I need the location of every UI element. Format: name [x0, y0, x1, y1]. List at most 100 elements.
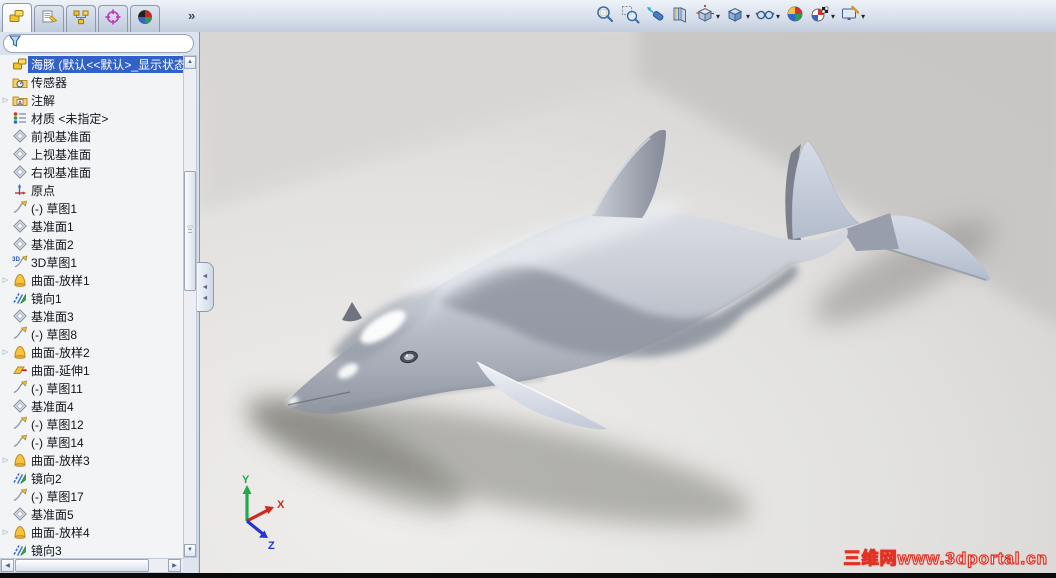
- tab-display-manager[interactable]: [130, 5, 160, 32]
- tree-item[interactable]: 上视基准面: [0, 145, 184, 163]
- section-view-icon: [670, 4, 690, 29]
- triad-z-label: Z: [268, 540, 275, 552]
- tree-item[interactable]: 镜向3: [0, 541, 184, 558]
- tree-item[interactable]: 材质 <未指定>: [0, 109, 184, 127]
- tree-item-label: 3D草图1: [31, 255, 78, 270]
- tree-item[interactable]: (-) 草图11: [0, 379, 184, 397]
- plane-icon: [11, 164, 28, 180]
- tab-dimxpert-manager[interactable]: [98, 5, 128, 32]
- tree-item[interactable]: (-) 草图1: [0, 199, 184, 217]
- tree-item[interactable]: 3D 3D草图1: [0, 253, 184, 271]
- display-style-icon: [725, 4, 745, 29]
- dropdown-arrow-icon[interactable]: ▾: [831, 12, 835, 21]
- expand-arrow[interactable]: ▷: [0, 456, 11, 464]
- tree-horizontal-scrollbar[interactable]: ◀ ▶: [0, 558, 184, 573]
- tabs-overflow-chevron[interactable]: »: [188, 8, 195, 23]
- plane-icon: [11, 218, 28, 234]
- panel-collapse-splitter[interactable]: ◄ ◄ ◄: [197, 262, 214, 312]
- tree-item[interactable]: (-) 草图8: [0, 325, 184, 343]
- feature-tree: 海豚 (默认<<默认>_显示状态 传感器 ▷ A 注解 材质 <未指定> 前视基准面 上视基…: [0, 55, 184, 558]
- tree-item[interactable]: (-) 草图12: [0, 415, 184, 433]
- display-style-button[interactable]: ▾: [724, 4, 751, 28]
- tree-item[interactable]: ▷ 曲面-放样3: [0, 451, 184, 469]
- tree-item[interactable]: 右视基准面: [0, 163, 184, 181]
- tree-item-label: 传感器: [31, 75, 68, 90]
- zoom-area-button[interactable]: [619, 4, 641, 28]
- tree-item[interactable]: 原点: [0, 181, 184, 199]
- edit-appearance-button[interactable]: ▾: [839, 4, 866, 28]
- scroll-down-button[interactable]: ▼: [184, 544, 196, 557]
- tab-property-manager[interactable]: [34, 5, 64, 32]
- tree-item-label: 曲面-放样1: [31, 273, 90, 288]
- tree-item-label: 基准面3: [31, 309, 74, 324]
- tree-item[interactable]: 传感器: [0, 73, 184, 91]
- tree-filter-input[interactable]: [22, 35, 193, 52]
- tree-item[interactable]: 基准面4: [0, 397, 184, 415]
- tab-features-tree[interactable]: [2, 3, 32, 32]
- tree-item[interactable]: ▷ 曲面-放样2: [0, 343, 184, 361]
- tree-item[interactable]: ▷ 曲面-放样1: [0, 271, 184, 289]
- tree-item[interactable]: 前视基准面: [0, 127, 184, 145]
- apply-scene-icon: [785, 4, 805, 29]
- previous-view-icon: [645, 4, 665, 29]
- scroll-up-button[interactable]: ▲: [184, 56, 196, 69]
- view-orientation-icon: [695, 4, 715, 29]
- vertical-scroll-thumb[interactable]: [184, 171, 196, 291]
- 3d-scene[interactable]: Y X Z: [200, 32, 1056, 573]
- sketch-icon: [11, 488, 28, 504]
- tree-item[interactable]: 基准面5: [0, 505, 184, 523]
- tree-item[interactable]: 基准面1: [0, 217, 184, 235]
- expand-arrow[interactable]: ▷: [0, 348, 11, 356]
- tree-item-label: 曲面-延伸1: [31, 363, 90, 378]
- tree-item[interactable]: ▷ 曲面-放样4: [0, 523, 184, 541]
- tree-root-item[interactable]: 海豚 (默认<<默认>_显示状态: [0, 55, 184, 73]
- tree-item[interactable]: (-) 草图14: [0, 433, 184, 451]
- tree-item[interactable]: 镜向2: [0, 469, 184, 487]
- section-view-button[interactable]: [669, 4, 691, 28]
- tree-item[interactable]: ▷ A 注解: [0, 91, 184, 109]
- triad-x-label: X: [277, 499, 285, 511]
- hide-show-items-button[interactable]: ▾: [754, 4, 781, 28]
- tab-configuration-manager[interactable]: [66, 5, 96, 32]
- tree-item[interactable]: 镜向1: [0, 289, 184, 307]
- tree-item[interactable]: 基准面2: [0, 235, 184, 253]
- tree-item-label: 曲面-放样3: [31, 453, 90, 468]
- sketch-icon: [11, 326, 28, 342]
- property-manager-icon: [40, 8, 58, 31]
- loft-icon: [11, 452, 28, 468]
- horizontal-scroll-thumb[interactable]: [15, 559, 149, 572]
- window-bottom-edge: [0, 573, 1056, 578]
- scroll-left-button[interactable]: ◀: [1, 559, 14, 572]
- dropdown-arrow-icon[interactable]: ▾: [716, 12, 720, 21]
- top-toolbar: » ▾ ▾ ▾ ▾ ▾: [0, 0, 1056, 33]
- scroll-right-button[interactable]: ▶: [168, 559, 181, 572]
- expand-arrow[interactable]: ▷: [0, 276, 11, 284]
- expand-arrow[interactable]: ▷: [0, 96, 11, 104]
- previous-view-button[interactable]: [644, 4, 666, 28]
- expand-arrow[interactable]: ▷: [0, 528, 11, 536]
- tree-item-label: 右视基准面: [31, 165, 92, 180]
- dropdown-arrow-icon[interactable]: ▾: [746, 12, 750, 21]
- viewport[interactable]: Y X Z 三维网www.3dportal.cn: [200, 32, 1056, 573]
- tree-item[interactable]: (-) 草图17: [0, 487, 184, 505]
- tree-item[interactable]: 曲面-延伸1: [0, 361, 184, 379]
- tree-vertical-scrollbar[interactable]: ▲ ▼: [183, 55, 197, 558]
- sketch3d-icon: 3D: [11, 254, 28, 270]
- tree-item-label: 材质 <未指定>: [31, 111, 109, 126]
- view-settings-button[interactable]: ▾: [809, 4, 836, 28]
- view-orientation-button[interactable]: ▾: [694, 4, 721, 28]
- tree-item-label: (-) 草图12: [31, 417, 84, 432]
- tree-item-label: 镜向3: [31, 543, 62, 558]
- loft-icon: [11, 524, 28, 540]
- svg-text:A: A: [18, 100, 22, 106]
- edit-appearance-icon: [840, 4, 860, 29]
- zoom-fit-button[interactable]: [594, 4, 616, 28]
- tree-item[interactable]: 基准面3: [0, 307, 184, 325]
- tree-item-label: (-) 草图11: [31, 381, 83, 396]
- tree-item-label: 原点: [31, 183, 56, 198]
- dropdown-arrow-icon[interactable]: ▾: [776, 12, 780, 21]
- tree-root-label: 海豚 (默认<<默认>_显示状态: [28, 55, 184, 73]
- dropdown-arrow-icon[interactable]: ▾: [861, 12, 865, 21]
- tree-item-label: 曲面-放样2: [31, 345, 90, 360]
- apply-scene-button[interactable]: [784, 4, 806, 28]
